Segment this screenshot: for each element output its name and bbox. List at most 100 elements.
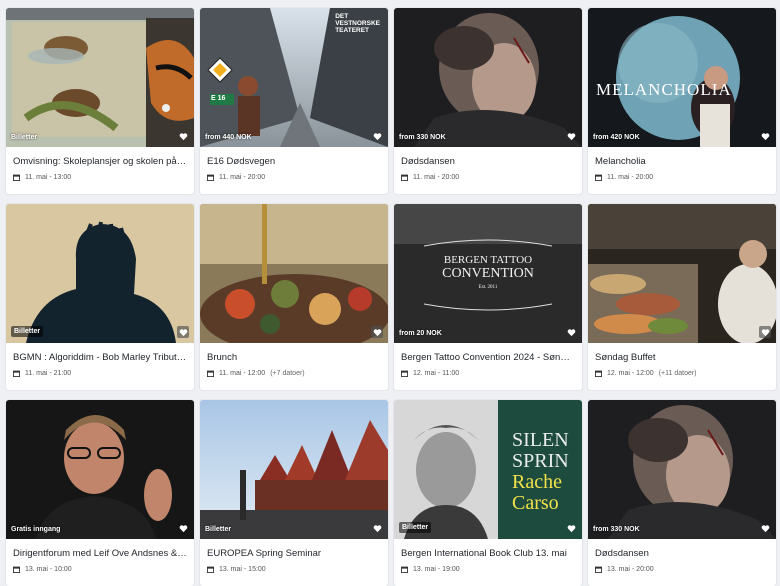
event-title: BGMN : Algoriddim - Bob Marley Tribute..… — [13, 352, 187, 363]
event-date: 12. mai - 12:00 (+11 datoer) — [595, 370, 769, 377]
event-artwork — [588, 204, 776, 343]
event-image: SILEN SPRIN Rache Carso Billetter — [394, 400, 582, 539]
event-title: E16 Dødsvegen — [207, 156, 276, 167]
favorite-button[interactable] — [177, 130, 189, 142]
poster-logo: DET VESTNORSKE TEATERET — [335, 13, 380, 34]
favorite-button[interactable] — [371, 130, 383, 142]
calendar-icon — [595, 566, 602, 573]
event-image: Billetter — [6, 8, 194, 147]
favorite-button[interactable] — [565, 522, 577, 534]
event-artwork — [200, 204, 388, 343]
event-artwork — [6, 204, 194, 343]
event-title: Dødsdansen — [401, 156, 455, 167]
heart-icon — [373, 328, 381, 336]
event-card[interactable]: Billetter BGMN : Algoriddim - Bob Marley… — [6, 204, 194, 390]
event-title: Brunch — [207, 352, 238, 363]
calendar-icon — [401, 370, 408, 377]
heart-icon — [179, 524, 187, 532]
favorite-button[interactable] — [371, 326, 383, 338]
event-image: Billetter — [200, 400, 388, 539]
favorite-button[interactable] — [565, 326, 577, 338]
poster-logo: BERGEN TATTOO CONVENTION Est. 2011 — [442, 254, 534, 290]
event-card[interactable]: Brunch 11. mai - 12:00 (+7 datoer) — [200, 204, 388, 390]
price-label: from 20 NOK — [399, 330, 442, 337]
favorite-button[interactable] — [371, 522, 383, 534]
event-artwork — [588, 400, 776, 539]
event-card[interactable]: SILEN SPRIN Rache Carso Billetter Bergen… — [394, 400, 582, 586]
event-artwork — [6, 400, 194, 539]
event-image: from 330 NOK — [394, 8, 582, 147]
event-card[interactable]: Billetter Omvisning: Skoleplansjer og sk… — [6, 8, 194, 194]
event-date: 13. mai - 10:00 — [13, 566, 187, 573]
event-date-text: 11. mai - 20:00 — [607, 174, 654, 181]
event-artwork — [200, 400, 388, 539]
event-image: DET VESTNORSKE TEATERET E 16 from 440 NO… — [200, 8, 388, 147]
event-title: Søndag Buffet — [595, 352, 656, 363]
event-title: Omvisning: Skoleplansjer og skolen på ..… — [13, 156, 187, 167]
calendar-icon — [595, 370, 602, 377]
event-date: 11. mai - 12:00 (+7 datoer) — [207, 370, 381, 377]
event-artwork — [588, 8, 776, 147]
price-label: Billetter — [11, 134, 38, 141]
calendar-icon — [13, 566, 20, 573]
favorite-button[interactable] — [565, 130, 577, 142]
event-image — [588, 204, 776, 343]
event-card[interactable]: MELANCHOLIA from 420 NOK Melancholia 11.… — [588, 8, 776, 194]
price-label: Gratis inngang — [11, 526, 61, 533]
favorite-button[interactable] — [759, 326, 771, 338]
event-date: 13. mai - 20:00 — [595, 566, 769, 573]
event-card[interactable]: BERGEN TATTOO CONVENTION Est. 2011 from … — [394, 204, 582, 390]
favorite-button[interactable] — [759, 130, 771, 142]
heart-icon — [179, 132, 187, 140]
event-date-text: 11. mai - 21:00 — [25, 370, 72, 377]
event-title: Dirigentforum med Leif Ove Andsnes & ... — [13, 548, 187, 559]
event-date-text: 13. mai - 15:00 — [219, 566, 266, 573]
heart-icon — [373, 524, 381, 532]
event-date-text: 13. mai - 19:00 — [413, 566, 460, 573]
event-date: 13. mai - 19:00 — [401, 566, 575, 573]
price-label: Billetter — [399, 522, 432, 533]
heart-icon — [373, 132, 381, 140]
event-date-text: 11. mai - 20:00 — [413, 174, 460, 181]
extra-dates: (+11 datoer) — [658, 370, 697, 377]
event-title: Dødsdansen — [595, 548, 649, 559]
poster-book-title: SILEN SPRIN Rache Carso — [512, 429, 569, 514]
favorite-button[interactable] — [177, 326, 189, 338]
favorite-button[interactable] — [177, 522, 189, 534]
favorite-button[interactable] — [759, 522, 771, 534]
heart-icon — [761, 132, 769, 140]
event-card[interactable]: DET VESTNORSKE TEATERET E 16 from 440 NO… — [200, 8, 388, 194]
event-title: Melancholia — [595, 156, 646, 167]
event-card[interactable]: Billetter EUROPEA Spring Seminar 13. mai… — [200, 400, 388, 586]
calendar-icon — [207, 174, 214, 181]
extra-dates: (+7 datoer) — [270, 370, 305, 377]
event-date: 11. mai - 20:00 — [207, 174, 381, 181]
event-card[interactable]: Gratis inngang Dirigentforum med Leif Ov… — [6, 400, 194, 586]
heart-icon — [761, 328, 769, 336]
calendar-icon — [13, 174, 20, 181]
event-card[interactable]: from 330 NOK Dødsdansen 11. mai - 20:00 — [394, 8, 582, 194]
event-date: 11. mai - 20:00 — [595, 174, 769, 181]
event-image: from 330 NOK — [588, 400, 776, 539]
event-artwork — [394, 8, 582, 147]
price-label: Billetter — [11, 326, 44, 337]
event-card[interactable]: from 330 NOK Dødsdansen 13. mai - 20:00 — [588, 400, 776, 586]
event-date-text: 13. mai - 10:00 — [25, 566, 72, 573]
price-label: from 440 NOK — [205, 134, 252, 141]
event-title: EUROPEA Spring Seminar — [207, 548, 322, 559]
event-date: 13. mai - 15:00 — [207, 566, 381, 573]
poster-title: MELANCHOLIA — [596, 80, 732, 99]
heart-icon — [567, 524, 575, 532]
event-date-text: 12. mai - 12:00 — [607, 370, 654, 377]
event-date-text: 13. mai - 20:00 — [607, 566, 654, 573]
event-title: Bergen Tattoo Convention 2024 - Sønda... — [401, 352, 575, 363]
event-date-text: 12. mai - 11:00 — [413, 370, 460, 377]
event-image: Gratis inngang — [6, 400, 194, 539]
event-artwork — [6, 8, 194, 147]
event-date-text: 11. mai - 12:00 — [219, 370, 266, 377]
calendar-icon — [207, 566, 214, 573]
calendar-icon — [13, 370, 20, 377]
event-image: MELANCHOLIA from 420 NOK — [588, 8, 776, 147]
event-card[interactable]: Søndag Buffet 12. mai - 12:00 (+11 datoe… — [588, 204, 776, 390]
event-image: BERGEN TATTOO CONVENTION Est. 2011 from … — [394, 204, 582, 343]
